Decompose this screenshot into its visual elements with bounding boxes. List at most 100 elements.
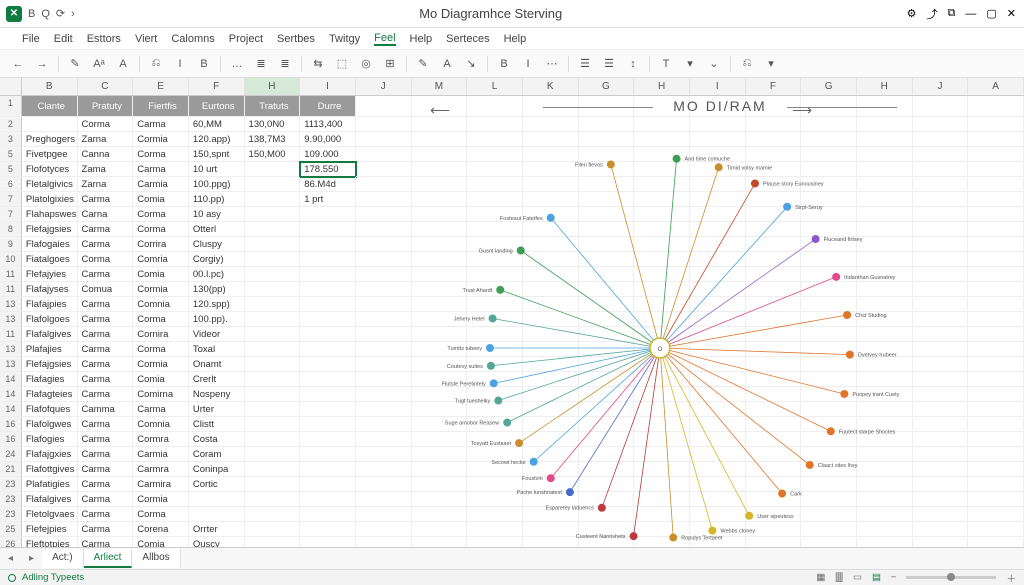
empty-cell[interactable] bbox=[523, 372, 579, 387]
toolbar-btn-0[interactable]: ← bbox=[10, 56, 26, 72]
row-header[interactable]: 11 bbox=[0, 282, 22, 297]
empty-cell[interactable] bbox=[746, 222, 802, 237]
empty-cell[interactable] bbox=[801, 477, 857, 492]
close-icon[interactable]: ✕ bbox=[1007, 7, 1016, 20]
cell[interactable]: Comia bbox=[133, 192, 189, 207]
empty-cell[interactable] bbox=[412, 312, 468, 327]
spreadsheet-grid[interactable]: BCEFHIJMLKGHIFGHJA 1ClantePratutyFiertfi… bbox=[0, 78, 1024, 547]
empty-cell[interactable] bbox=[523, 342, 579, 357]
cell[interactable]: Corrira bbox=[133, 237, 189, 252]
col-header-J[interactable]: J bbox=[913, 78, 969, 95]
empty-cell[interactable] bbox=[857, 192, 913, 207]
empty-cell[interactable] bbox=[968, 537, 1024, 547]
empty-cell[interactable] bbox=[801, 192, 857, 207]
cell[interactable]: Fleftotpies bbox=[22, 537, 78, 547]
empty-cell[interactable] bbox=[746, 297, 802, 312]
empty-cell[interactable] bbox=[913, 222, 969, 237]
cell[interactable]: Fivetpgee bbox=[22, 147, 78, 162]
cell[interactable]: Carma bbox=[78, 297, 134, 312]
empty-cell[interactable] bbox=[412, 132, 468, 147]
empty-cell[interactable] bbox=[634, 282, 690, 297]
toolbar-btn-4[interactable]: Aᵃ bbox=[91, 56, 107, 72]
empty-cell[interactable] bbox=[579, 267, 635, 282]
cell[interactable] bbox=[245, 297, 301, 312]
toolbar-btn-29[interactable]: ☰ bbox=[601, 56, 617, 72]
cell[interactable]: Flafalgives bbox=[22, 492, 78, 507]
empty-cell[interactable] bbox=[746, 117, 802, 132]
empty-cell[interactable] bbox=[356, 432, 412, 447]
empty-cell[interactable] bbox=[634, 372, 690, 387]
empty-cell[interactable] bbox=[746, 132, 802, 147]
toolbar-btn-1[interactable]: → bbox=[34, 56, 50, 72]
empty-cell[interactable] bbox=[412, 252, 468, 267]
empty-cell[interactable] bbox=[467, 402, 523, 417]
cell[interactable]: Carmra bbox=[133, 462, 189, 477]
cell[interactable] bbox=[300, 477, 356, 492]
empty-cell[interactable] bbox=[523, 462, 579, 477]
empty-cell[interactable] bbox=[968, 492, 1024, 507]
empty-cell[interactable] bbox=[356, 507, 412, 522]
empty-cell[interactable] bbox=[913, 297, 969, 312]
cell[interactable]: 1113,400 bbox=[300, 117, 356, 132]
empty-cell[interactable] bbox=[356, 237, 412, 252]
col-header-A[interactable]: A bbox=[968, 78, 1024, 95]
empty-cell[interactable] bbox=[746, 417, 802, 432]
cell[interactable] bbox=[245, 237, 301, 252]
empty-cell[interactable] bbox=[913, 477, 969, 492]
cell[interactable] bbox=[300, 462, 356, 477]
empty-cell[interactable] bbox=[690, 372, 746, 387]
row-header[interactable]: 13 bbox=[0, 357, 22, 372]
empty-cell[interactable] bbox=[968, 312, 1024, 327]
empty-cell[interactable] bbox=[523, 267, 579, 282]
toolbar-btn-33[interactable]: ▾ bbox=[682, 56, 698, 72]
empty-cell[interactable] bbox=[634, 342, 690, 357]
empty-cell[interactable] bbox=[579, 357, 635, 372]
cell[interactable]: 100.ppg) bbox=[189, 177, 245, 192]
cell[interactable]: Corma bbox=[133, 147, 189, 162]
empty-cell[interactable] bbox=[746, 387, 802, 402]
empty-cell[interactable] bbox=[523, 507, 579, 522]
cell[interactable] bbox=[245, 177, 301, 192]
empty-cell[interactable] bbox=[968, 432, 1024, 447]
cell[interactable]: Flefajyies bbox=[22, 267, 78, 282]
empty-cell[interactable] bbox=[968, 417, 1024, 432]
cell[interactable]: 110.pp) bbox=[189, 192, 245, 207]
empty-cell[interactable] bbox=[968, 237, 1024, 252]
zoom-slider[interactable] bbox=[906, 576, 996, 579]
empty-cell[interactable] bbox=[913, 402, 969, 417]
cell[interactable]: Comua bbox=[78, 282, 134, 297]
empty-cell[interactable] bbox=[857, 327, 913, 342]
cell[interactable]: 10 urt bbox=[189, 162, 245, 177]
col-header-F[interactable]: F bbox=[746, 78, 802, 95]
cell[interactable]: Carmia bbox=[133, 177, 189, 192]
empty-cell[interactable] bbox=[801, 402, 857, 417]
empty-cell[interactable] bbox=[913, 357, 969, 372]
empty-cell[interactable] bbox=[968, 282, 1024, 297]
minimize-icon[interactable]: — bbox=[965, 8, 976, 20]
empty-cell[interactable] bbox=[690, 162, 746, 177]
empty-cell[interactable] bbox=[356, 162, 412, 177]
cell[interactable] bbox=[245, 522, 301, 537]
empty-cell[interactable] bbox=[634, 537, 690, 547]
empty-cell[interactable] bbox=[412, 192, 468, 207]
cell[interactable]: Ouscy bbox=[189, 537, 245, 547]
empty-cell[interactable] bbox=[356, 387, 412, 402]
cell[interactable]: Carma bbox=[78, 447, 134, 462]
row-header[interactable]: 13 bbox=[0, 312, 22, 327]
empty-cell[interactable] bbox=[801, 327, 857, 342]
empty-cell[interactable] bbox=[746, 207, 802, 222]
empty-cell[interactable] bbox=[690, 192, 746, 207]
cell[interactable]: Carma bbox=[78, 342, 134, 357]
empty-cell[interactable] bbox=[579, 492, 635, 507]
cell[interactable]: Cormia bbox=[133, 132, 189, 147]
empty-cell[interactable] bbox=[412, 462, 468, 477]
empty-cell[interactable] bbox=[690, 267, 746, 282]
empty-cell[interactable] bbox=[634, 267, 690, 282]
empty-cell[interactable] bbox=[356, 207, 412, 222]
row-header[interactable]: 2 bbox=[0, 117, 22, 132]
empty-cell[interactable] bbox=[913, 387, 969, 402]
empty-cell[interactable] bbox=[913, 282, 969, 297]
empty-cell[interactable] bbox=[690, 282, 746, 297]
empty-cell[interactable] bbox=[746, 537, 802, 547]
empty-cell[interactable] bbox=[356, 192, 412, 207]
